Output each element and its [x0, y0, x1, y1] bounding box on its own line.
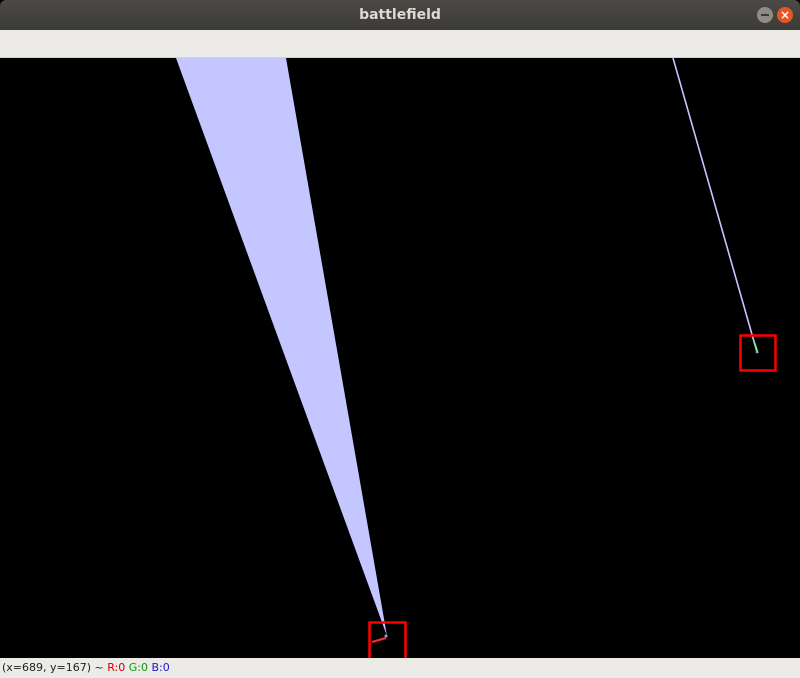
battlefield-canvas[interactable] — [0, 58, 800, 658]
window-title: battlefield — [359, 7, 441, 23]
cursor-coordinates: (x=689, y=167) ~ — [2, 661, 104, 674]
unit-dot-bottom — [384, 634, 388, 638]
app-window: battlefield × (x=689, y=167) ~ R:0 G:0 B… — [0, 0, 800, 678]
battlefield-scene — [0, 58, 800, 658]
title-bar[interactable]: battlefield × — [0, 0, 800, 30]
status-bar: (x=689, y=167) ~ R:0 G:0 B:0 — [0, 658, 800, 678]
pixel-red-value: R:0 — [107, 661, 126, 674]
pixel-blue-value: B:0 — [151, 661, 170, 674]
minimize-icon[interactable] — [757, 7, 773, 23]
scene-background — [0, 58, 800, 658]
unit-dot-right — [755, 350, 759, 354]
toolbar — [0, 30, 800, 58]
pixel-green-value: G:0 — [128, 661, 148, 674]
close-icon[interactable]: × — [777, 7, 793, 23]
